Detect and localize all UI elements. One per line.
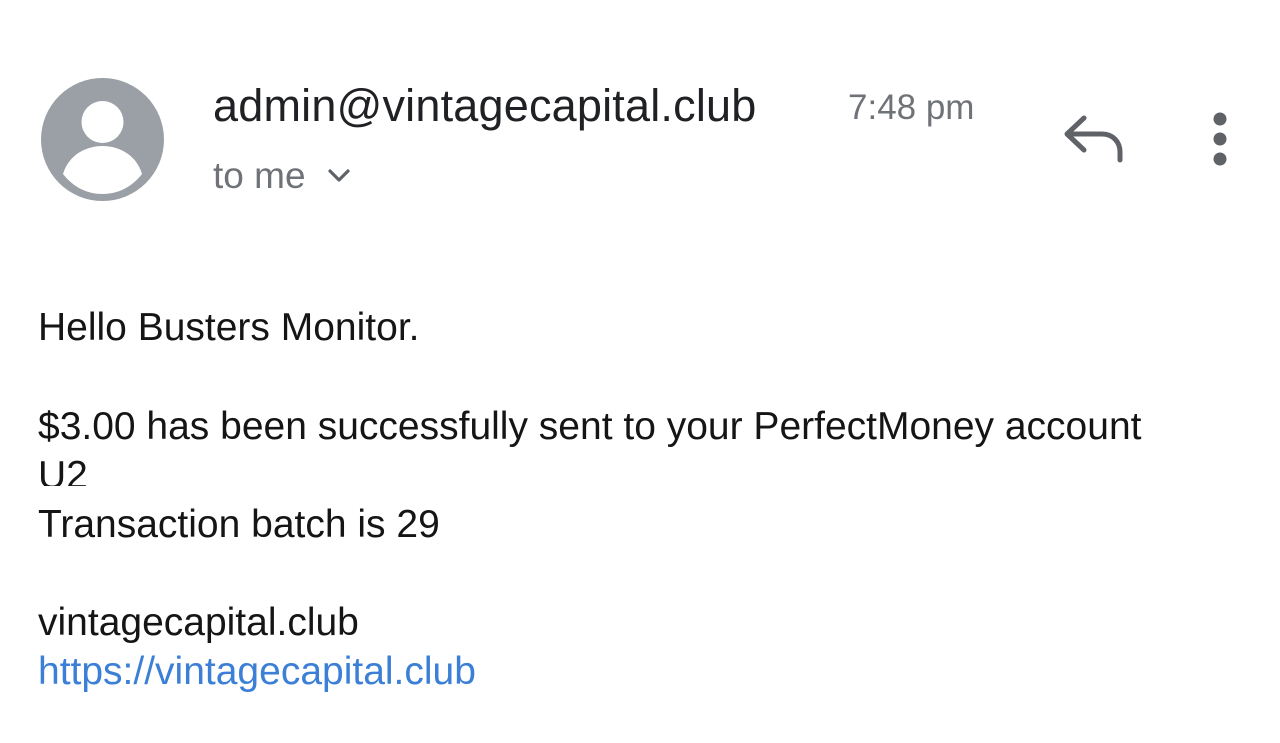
message-greeting: Hello Busters Monitor. [38, 306, 420, 349]
reply-icon [1064, 115, 1123, 163]
sender-avatar[interactable] [41, 78, 164, 201]
person-avatar-icon [63, 101, 142, 194]
signature-site-name: vintagecapital.club [38, 601, 359, 644]
more-vert-icon [1213, 112, 1227, 166]
message-batch-line: Transaction batch is 29 [38, 503, 440, 546]
message-time: 7:48 pm [848, 88, 975, 127]
message-account-line: U2 [38, 454, 88, 486]
reply-button[interactable] [1060, 110, 1128, 170]
signature-link[interactable]: https://vintagecapital.club [38, 648, 476, 696]
chevron-down-icon [326, 167, 352, 190]
recipient-label: to me [213, 155, 306, 196]
more-options-button[interactable] [1198, 108, 1242, 172]
message-amount-line: $3.00 has been successfully sent to your… [38, 405, 1142, 448]
sender-address: admin@vintagecapital.club [213, 80, 757, 131]
recipient-details-toggle[interactable]: to me [213, 155, 352, 197]
